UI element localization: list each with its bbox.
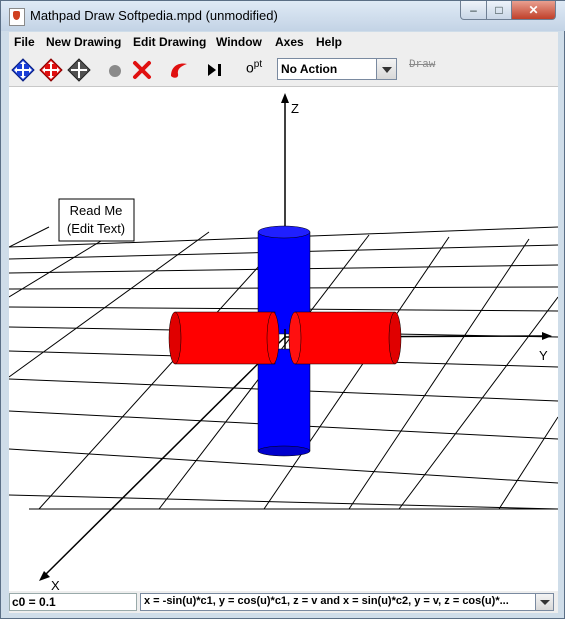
menu-help[interactable]: Help xyxy=(316,35,342,49)
blue-cylinder-lower xyxy=(257,348,311,457)
maximize-button[interactable]: □ xyxy=(486,1,512,20)
dropdown-arrow-icon[interactable] xyxy=(376,59,396,79)
move-arrows-blue-icon xyxy=(11,58,35,82)
point-button[interactable] xyxy=(103,58,127,82)
equation-text: x = -sin(u)*c1, y = cos(u)*c1, z = v and… xyxy=(144,595,509,607)
z-axis-label: Z xyxy=(291,101,299,116)
curve-button[interactable] xyxy=(167,58,191,82)
x-axis-label: X xyxy=(51,578,60,591)
dropdown-arrow-icon[interactable] xyxy=(535,594,553,610)
y-axis-arrow-icon xyxy=(542,332,552,340)
note-line-1: Read Me xyxy=(70,203,123,218)
menu-new-drawing[interactable]: New Drawing xyxy=(46,35,121,49)
status-bar: c0 = 0.1 x = -sin(u)*c1, y = cos(u)*c1, … xyxy=(9,591,558,613)
delete-x-icon xyxy=(133,61,151,79)
red-cylinder-right xyxy=(288,311,402,365)
move-arrows-red-icon xyxy=(39,58,63,82)
3d-scene: Z Y X Read Me (Edit Text) xyxy=(9,93,558,591)
toolbar: opt No Action Draw xyxy=(9,53,558,87)
play-step-icon xyxy=(208,64,221,76)
close-button[interactable]: ✕ xyxy=(511,1,556,20)
z-axis-arrow-icon xyxy=(281,93,289,103)
equation-select[interactable]: x = -sin(u)*c1, y = cos(u)*c1, z = v and… xyxy=(140,593,554,611)
options-button[interactable]: opt xyxy=(246,59,262,76)
minimize-button[interactable]: – xyxy=(460,1,487,20)
menu-bar: File New Drawing Edit Drawing Window Axe… xyxy=(9,32,558,53)
menu-axes[interactable]: Axes xyxy=(275,35,304,49)
move-gray-button[interactable] xyxy=(67,58,91,82)
menu-edit-drawing[interactable]: Edit Drawing xyxy=(133,35,206,49)
menu-file[interactable]: File xyxy=(14,35,35,49)
step-play-button[interactable] xyxy=(203,58,227,82)
action-select-value: No Action xyxy=(281,62,338,76)
read-me-note[interactable]: Read Me (Edit Text) xyxy=(58,198,135,242)
move-blue-button[interactable] xyxy=(11,58,35,82)
move-arrows-gray-icon xyxy=(67,58,91,82)
note-line-2: (Edit Text) xyxy=(67,221,125,236)
app-window: Mathpad Draw Softpedia.mpd (unmodified) … xyxy=(0,0,565,619)
draw-button[interactable]: Draw xyxy=(409,59,435,71)
variable-field[interactable]: c0 = 0.1 xyxy=(9,593,137,611)
red-cylinder-left xyxy=(168,311,280,365)
point-dot-icon xyxy=(109,65,121,77)
red-curve-icon xyxy=(171,63,187,78)
title-bar: Mathpad Draw Softpedia.mpd (unmodified) … xyxy=(1,1,565,31)
y-axis-label: Y xyxy=(539,348,548,363)
java-app-icon xyxy=(9,8,25,26)
window-title: Mathpad Draw Softpedia.mpd (unmodified) xyxy=(30,8,278,23)
drawing-canvas[interactable]: Z Y X Read Me (Edit Text) xyxy=(9,87,558,591)
move-red-button[interactable] xyxy=(39,58,63,82)
menu-window[interactable]: Window xyxy=(216,35,262,49)
action-select[interactable]: No Action xyxy=(277,58,397,80)
delete-button[interactable] xyxy=(130,58,154,82)
